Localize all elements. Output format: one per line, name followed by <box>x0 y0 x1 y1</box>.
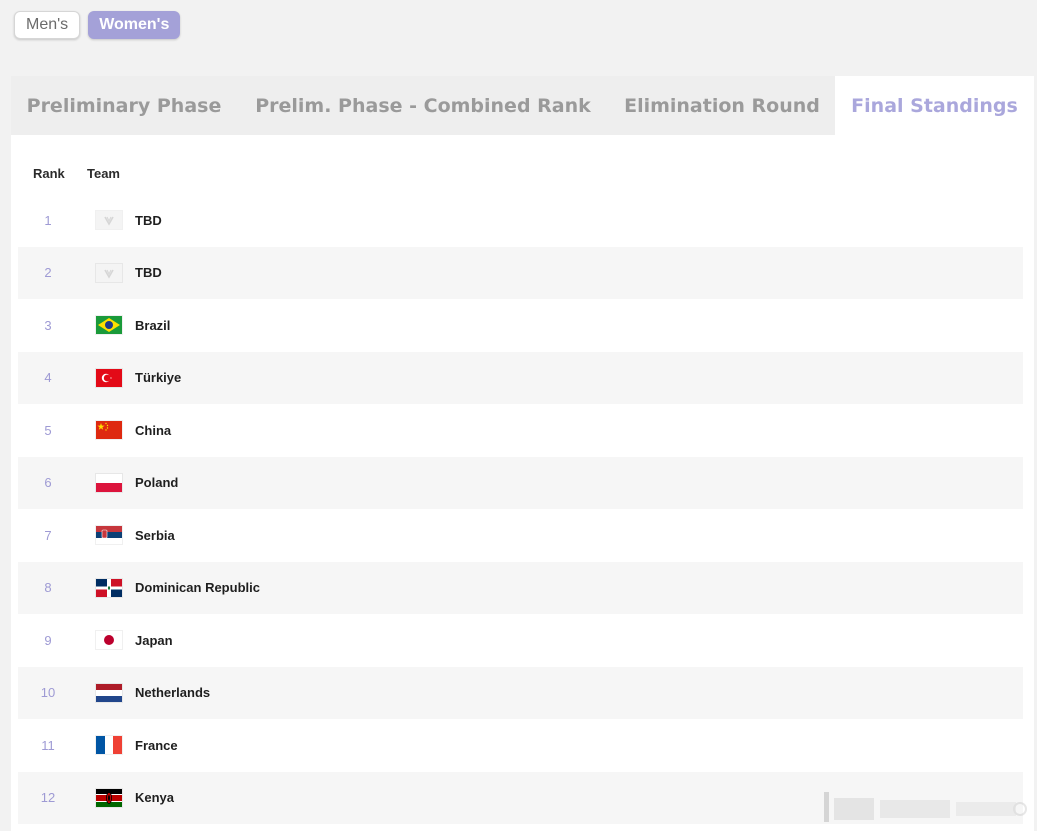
china-flag-icon <box>96 421 122 440</box>
tab-final-standings[interactable]: Final Standings <box>835 76 1034 135</box>
team-name: China <box>135 422 172 438</box>
womens-button[interactable]: Women's <box>88 11 181 39</box>
rank-value: 11 <box>41 737 55 753</box>
france-flag-icon <box>96 736 122 755</box>
team-column-header: Team <box>87 166 120 181</box>
rank-value: 8 <box>44 580 52 596</box>
mens-button[interactable]: Men's <box>14 11 81 39</box>
tab-preliminary-phase[interactable]: Preliminary Phase <box>11 76 237 135</box>
table-row[interactable]: 1 TBD <box>18 194 1023 247</box>
table-row[interactable]: 8 Dominican Republic <box>18 561 1023 614</box>
table-row[interactable]: 9 Japan <box>18 614 1023 667</box>
dominican-republic-flag-icon <box>96 578 122 597</box>
rank-value: 4 <box>44 370 52 386</box>
netherlands-flag-icon <box>96 683 122 702</box>
serbia-flag-icon <box>96 526 122 545</box>
team-name: France <box>135 737 178 753</box>
turkiye-flag-icon <box>96 368 122 387</box>
rank-value: 7 <box>44 527 52 543</box>
placeholder-flag-icon <box>96 211 122 230</box>
rank-value: 9 <box>44 632 52 648</box>
table-row[interactable]: 5 China <box>18 404 1023 457</box>
team-name: Brazil <box>135 317 171 333</box>
rank-column-header: Rank <box>33 166 65 181</box>
placeholder-flag-icon <box>96 263 122 282</box>
team-name: Poland <box>135 475 179 491</box>
rank-value: 10 <box>40 685 56 701</box>
rank-value: 3 <box>44 317 52 333</box>
table-row[interactable]: 6 Poland <box>18 456 1023 509</box>
kenya-flag-icon <box>96 788 122 807</box>
gender-toggle: Men's Women's <box>14 11 181 39</box>
team-name: Japan <box>135 632 173 648</box>
team-name: Serbia <box>135 527 175 543</box>
faded-overlay-graphic <box>824 792 1027 822</box>
table-row[interactable]: 11 France <box>18 719 1023 772</box>
phase-tabs: Preliminary Phase Prelim. Phase - Combin… <box>11 76 1034 135</box>
team-name: Netherlands <box>135 685 211 701</box>
brazil-flag-icon <box>96 316 122 335</box>
tab-prelim-combined-rank[interactable]: Prelim. Phase - Combined Rank <box>237 76 609 135</box>
table-row[interactable]: 4 Türkiye <box>18 351 1023 404</box>
poland-flag-icon <box>96 473 122 492</box>
tab-elimination-round[interactable]: Elimination Round <box>609 76 835 135</box>
table-row[interactable]: 7 Serbia <box>18 509 1023 562</box>
standings-panel: Preliminary Phase Prelim. Phase - Combin… <box>11 76 1034 831</box>
rank-value: 12 <box>40 790 56 806</box>
table-row[interactable]: 3 Brazil <box>18 299 1023 352</box>
table-header: Rank Team <box>18 166 1023 184</box>
team-name: TBD <box>135 265 162 281</box>
rank-value: 6 <box>44 475 52 491</box>
team-name: Dominican Republic <box>135 580 260 596</box>
japan-flag-icon <box>96 631 122 650</box>
rank-value: 1 <box>44 212 52 228</box>
team-name: Kenya <box>135 790 175 806</box>
rank-value: 2 <box>44 265 52 281</box>
table-row[interactable]: 10 Netherlands <box>18 666 1023 719</box>
team-name: Türkiye <box>135 370 182 386</box>
rank-value: 5 <box>44 422 52 438</box>
standings-table-body: 1 TBD 2 TBD 3 Brazil 4 Türkiye 5 China 6… <box>18 194 1023 824</box>
table-row[interactable]: 2 TBD <box>18 246 1023 299</box>
team-name: TBD <box>135 212 162 228</box>
